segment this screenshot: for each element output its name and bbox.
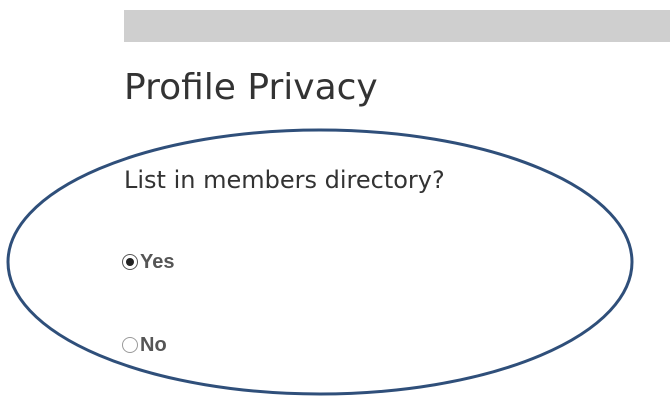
radio-label-no: No	[140, 334, 167, 356]
radio-label-yes: Yes	[140, 251, 175, 273]
radio-dot	[126, 258, 134, 266]
radio-option-yes[interactable]: Yes	[122, 252, 174, 272]
radio-selected-icon[interactable]	[122, 254, 138, 270]
radio-unselected-icon[interactable]	[122, 337, 138, 353]
highlight-oval	[6, 128, 634, 396]
radio-option-no[interactable]: No	[122, 335, 167, 355]
directory-question-label: List in members directory?	[124, 166, 445, 194]
page-title: Profile Privacy	[124, 67, 378, 108]
top-bar	[124, 10, 670, 42]
